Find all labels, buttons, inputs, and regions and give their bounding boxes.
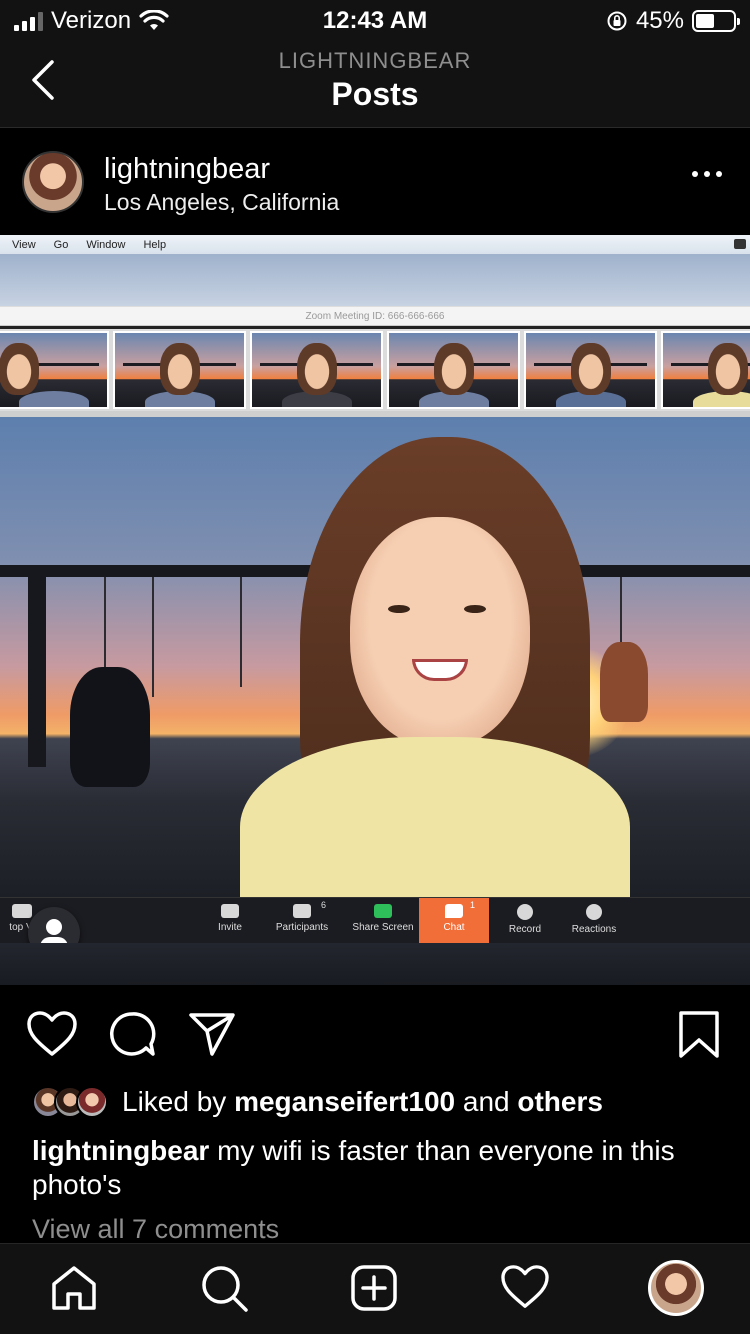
post-location[interactable]: Los Angeles, California	[104, 189, 339, 216]
battery-icon	[692, 10, 740, 32]
heart-icon[interactable]	[26, 1010, 78, 1058]
swinger-silhouette	[70, 667, 150, 787]
participant-thumb	[250, 331, 383, 409]
menu-view: View	[12, 238, 36, 251]
orientation-lock-icon	[607, 11, 627, 31]
photo-bottom-band	[0, 943, 750, 985]
liker-avatar	[76, 1086, 108, 1118]
comment-bubble-icon[interactable]	[108, 1010, 156, 1058]
swing-chain	[152, 577, 154, 697]
likes-row[interactable]: Liked by meganseifert100 and others	[32, 1084, 603, 1120]
home-icon[interactable]	[50, 1264, 98, 1312]
main-participant	[240, 437, 630, 897]
meeting-id-bar: Zoom Meeting ID: 666-666-666	[0, 306, 750, 326]
menu-help: Help	[143, 238, 167, 251]
mac-menu-bar: View Go Window Help	[0, 235, 750, 254]
zoom-toolbar: top Vi Invite Participants 6 Share Scree…	[0, 897, 750, 944]
participant-thumb	[387, 331, 520, 409]
chat-badge: 1	[469, 900, 475, 910]
likes-text: Liked by meganseifert100 and others	[122, 1086, 603, 1117]
liked-by-username[interactable]: meganseifert100	[234, 1086, 455, 1117]
activity-heart-icon[interactable]	[500, 1264, 550, 1310]
swinger-silhouette	[600, 642, 648, 722]
share-screen-button[interactable]: Share Screen	[348, 898, 418, 944]
add-post-icon[interactable]	[350, 1264, 398, 1312]
chat-button[interactable]: Chat 1	[419, 898, 489, 944]
post-username[interactable]: lightningbear	[104, 153, 270, 186]
participant-thumb	[661, 331, 750, 409]
swing-sunset-background	[0, 417, 750, 897]
avatar[interactable]	[22, 151, 84, 213]
post-photo[interactable]: View Go Window Help Zoom Meeting ID: 666…	[0, 235, 750, 985]
record-button[interactable]: Record	[500, 898, 550, 944]
participants-count: 6	[320, 900, 326, 910]
swing-chain	[240, 577, 242, 687]
profile-tab-avatar[interactable]	[648, 1260, 704, 1316]
menu-go: Go	[53, 238, 69, 251]
post-actions	[0, 1000, 750, 1070]
bottom-tab-bar	[0, 1243, 750, 1334]
paper-plane-icon[interactable]	[188, 1010, 236, 1058]
search-icon[interactable]	[200, 1264, 250, 1314]
nav-subtitle: LIGHTNINGBEAR	[278, 48, 472, 73]
view-comments-link[interactable]: View all 7 comments	[32, 1214, 279, 1245]
bookmark-icon[interactable]	[678, 1010, 720, 1060]
caption-username[interactable]: lightningbear	[32, 1135, 209, 1166]
participant-thumb	[113, 331, 246, 409]
battery-group: 45%	[606, 7, 740, 35]
post-header: lightningbear Los Angeles, California	[0, 129, 750, 235]
invite-button[interactable]: Invite	[206, 898, 254, 944]
sky-band	[0, 254, 750, 306]
participant-thumb	[0, 331, 109, 409]
page-title: Posts	[331, 76, 419, 112]
menu-window: Window	[86, 238, 126, 251]
camera-icon	[734, 239, 746, 249]
status-bar: Verizon 12:43 AM 45%	[0, 0, 750, 40]
likes-others-link[interactable]: others	[517, 1086, 603, 1117]
more-dots-icon[interactable]	[692, 171, 722, 177]
post-caption: lightningbear my wifi is faster than eve…	[32, 1134, 722, 1202]
nav-header: LIGHTNINGBEAR Posts	[0, 40, 750, 128]
reactions-button[interactable]: Reactions	[566, 898, 622, 944]
swing-post	[28, 567, 46, 767]
participants-button[interactable]: Participants 6	[270, 898, 334, 944]
battery-percent: 45%	[635, 7, 684, 34]
participant-thumb	[524, 331, 657, 409]
participant-strip	[0, 329, 750, 411]
